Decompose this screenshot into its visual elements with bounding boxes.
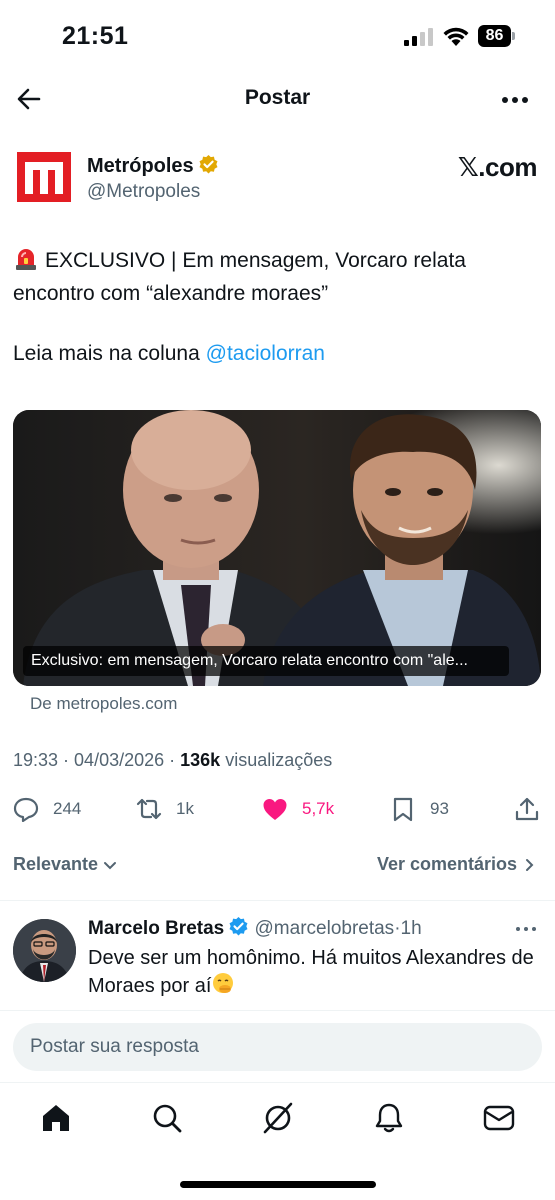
view-comments-label: Ver comentários <box>376 854 517 874</box>
mention-link[interactable]: @taciolorran <box>206 342 325 365</box>
share-icon <box>515 797 539 821</box>
like-button[interactable]: 5,7k <box>262 792 334 826</box>
reply-more-icon[interactable] <box>515 926 537 932</box>
news-photo <box>13 410 541 686</box>
link-card-image[interactable]: Exclusivo: em mensagem, Vorcaro relata e… <box>13 410 541 686</box>
post-author[interactable]: Metrópoles @Metropoles 𝕏.com <box>17 152 538 208</box>
post-date: 04/03/2026 <box>74 750 165 770</box>
face-with-hand-over-mouth-emoji-icon <box>213 973 234 993</box>
repost-button[interactable]: 1k <box>136 792 194 826</box>
wifi-icon <box>443 27 469 46</box>
verified-gold-icon <box>199 154 218 174</box>
read-more-text: Leia mais na coluna <box>13 342 206 365</box>
media-caption: Exclusivo: em mensagem, Vorcaro relata e… <box>23 646 509 676</box>
author-name[interactable]: Metrópoles <box>87 154 219 178</box>
battery-level: 86 <box>478 25 511 47</box>
share-button[interactable] <box>514 792 554 826</box>
reply-header: Marcelo Bretas @marcelobretas·1h <box>88 916 422 940</box>
post-text: EXCLUSIVO | Em mensagem, Vorcaro relata … <box>13 249 466 305</box>
reply-count: 244 <box>53 799 82 818</box>
post-meta: 19:33 · 04/03/2026 · 136k visualizações <box>13 750 333 770</box>
page-title: Postar <box>244 86 311 109</box>
verified-blue-icon <box>229 916 248 936</box>
more-options-icon[interactable] <box>501 96 529 104</box>
grok-icon[interactable] <box>261 1101 295 1135</box>
bookmark-button[interactable]: 93 <box>390 792 449 826</box>
search-icon[interactable] <box>150 1101 184 1135</box>
cellular-signal-icon <box>404 28 433 46</box>
notifications-bell-icon[interactable] <box>372 1101 406 1135</box>
reply-time: 1h <box>400 918 422 939</box>
bottom-tab-bar <box>0 1082 555 1200</box>
messages-envelope-icon[interactable] <box>482 1101 516 1135</box>
bookmark-count: 93 <box>430 799 449 818</box>
repost-count: 1k <box>176 799 194 818</box>
status-bar: 21:51 86 <box>0 0 555 70</box>
reply-sort-row: Relevante Ver comentários <box>0 854 555 882</box>
x-com-badge: 𝕏.com <box>457 152 538 182</box>
reply-text-content: Deve ser um homônimo. Há muitos Alexandr… <box>88 947 534 997</box>
home-indicator <box>180 1181 376 1188</box>
home-icon[interactable] <box>39 1101 73 1135</box>
views-label: visualizações <box>225 750 333 770</box>
avatar[interactable] <box>13 919 76 982</box>
author-handle[interactable]: @Metropoles <box>87 181 200 203</box>
action-bar: 244 1k 5,7k 93 <box>0 792 555 826</box>
sort-label: Relevante <box>13 854 99 874</box>
post-body: EXCLUSIVO | Em mensagem, Vorcaro relata … <box>13 244 538 310</box>
repost-icon <box>136 798 162 820</box>
view-comments-link[interactable]: Ver comentários <box>377 854 537 875</box>
link-source[interactable]: De metropoles.com <box>30 694 177 714</box>
chevron-down-icon <box>104 861 117 869</box>
post-read-more: Leia mais na coluna @taciolorran <box>13 342 325 366</box>
status-time: 21:51 <box>62 22 129 50</box>
reply-author-handle[interactable]: @marcelobretas <box>255 918 395 939</box>
heart-filled-icon <box>263 799 287 820</box>
battery-indicator: 86 <box>478 25 516 47</box>
view-count: 136k <box>180 750 221 770</box>
like-count: 5,7k <box>302 799 335 818</box>
reply-icon <box>13 797 39 822</box>
reply-author-name[interactable]: Marcelo Bretas <box>88 918 224 939</box>
reply-input[interactable] <box>13 1023 542 1071</box>
metropoles-logo[interactable] <box>17 152 71 202</box>
chevron-right-icon <box>526 858 534 871</box>
author-name-text: Metrópoles <box>87 155 194 177</box>
nav-header: Postar <box>0 72 555 126</box>
bookmark-icon <box>393 797 413 822</box>
siren-emoji-icon <box>16 249 36 270</box>
reply-button[interactable]: 244 <box>13 792 81 826</box>
post-time: 19:33 <box>13 750 59 770</box>
compose-bar <box>0 1010 555 1082</box>
reply-text: Deve ser um homônimo. Há muitos Alexandr… <box>88 944 543 1000</box>
divider <box>0 900 555 901</box>
sort-relevant-dropdown[interactable]: Relevante <box>13 854 118 875</box>
